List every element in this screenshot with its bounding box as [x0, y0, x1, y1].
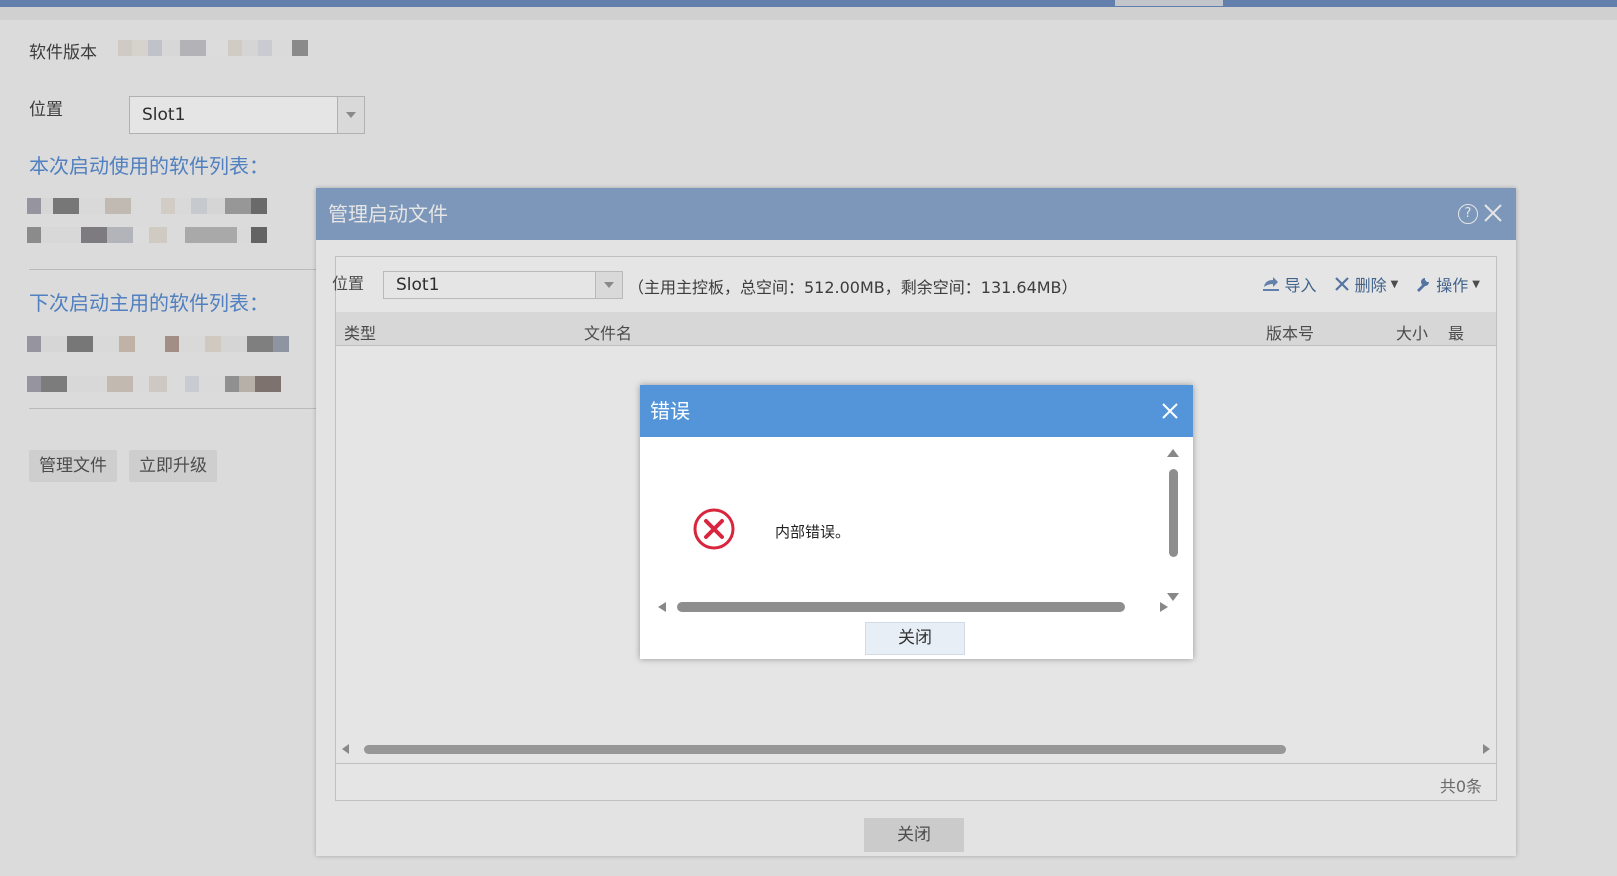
scroll-left-arrow-icon[interactable]: [658, 602, 666, 612]
error-vertical-scrollbar[interactable]: [1166, 449, 1180, 601]
scrollbar-thumb[interactable]: [1169, 469, 1178, 557]
scroll-right-arrow-icon[interactable]: [1160, 602, 1168, 612]
close-icon[interactable]: [1159, 400, 1181, 422]
scroll-down-arrow-icon[interactable]: [1167, 593, 1179, 601]
error-close-button[interactable]: 关闭: [865, 622, 965, 655]
error-message: 内部错误。: [775, 523, 851, 541]
scrollbar-thumb[interactable]: [677, 602, 1125, 612]
error-horizontal-scrollbar[interactable]: [658, 599, 1168, 615]
error-x-circle-icon: [693, 508, 735, 550]
scroll-up-arrow-icon[interactable]: [1167, 449, 1179, 457]
error-dialog: 错误 内部错误。 关闭: [640, 385, 1193, 659]
error-dialog-title: 错误: [650, 399, 690, 423]
error-dialog-header: 错误: [640, 385, 1193, 437]
